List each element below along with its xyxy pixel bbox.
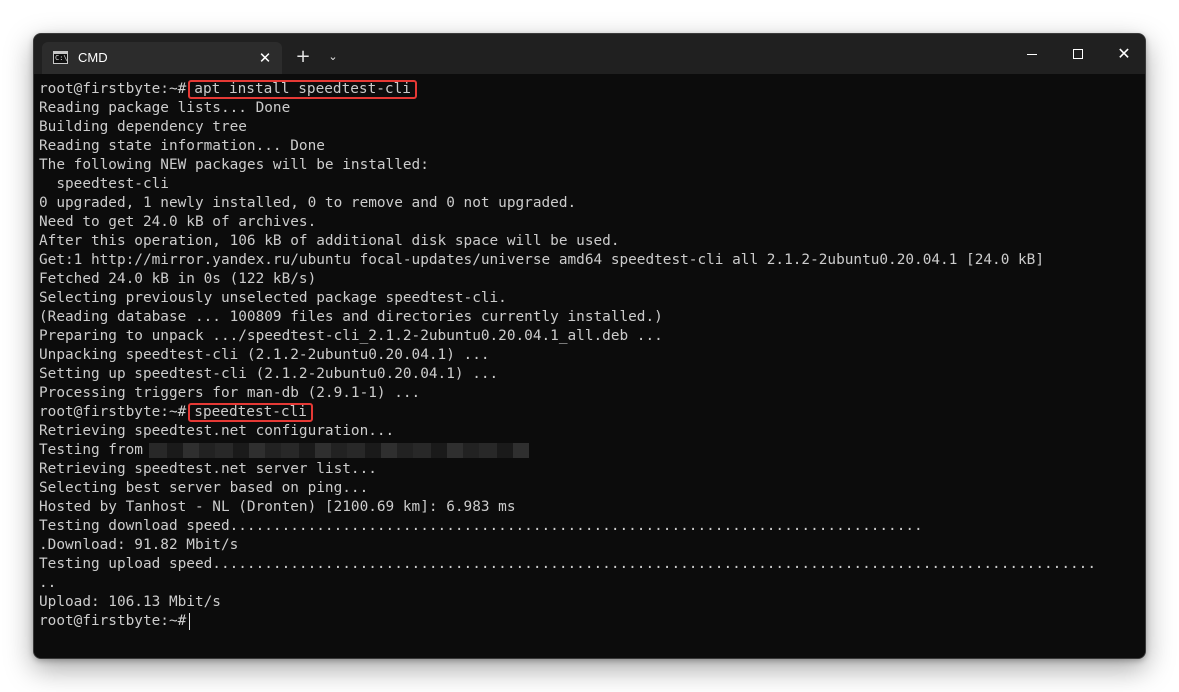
terminal-line: Processing triggers for man-db (2.9.1-1)…: [39, 385, 421, 401]
terminal-line: Get:1 http://mirror.yandex.ru/ubuntu foc…: [39, 252, 1045, 268]
terminal-line: Setting up speedtest-cli (2.1.2-2ubuntu0…: [39, 366, 499, 382]
terminal-line: root@firstbyte:~# speedtest-cli: [39, 403, 1145, 422]
terminal-output[interactable]: root@firstbyte:~# apt install speedtest-c…: [34, 74, 1145, 658]
redacted-ip-block: [148, 442, 529, 458]
terminal-line: Testing upload speed....................…: [39, 556, 1096, 572]
tab-title: CMD: [78, 50, 108, 65]
terminal-line: Upload: 106.13 Mbit/s: [39, 594, 221, 610]
terminal-line: Retrieving speedtest.net configuration..…: [39, 423, 395, 439]
cmd-icon: C:\: [53, 51, 68, 64]
highlighted-command: speedtest-cli: [188, 403, 313, 422]
terminal-line: Hosted by Tanhost - NL (Dronten) [2100.6…: [39, 499, 516, 515]
title-bar: C:\ CMD ✕ + ⌄ ✕: [34, 34, 1145, 74]
terminal-line: (Reading database ... 100809 files and d…: [39, 309, 663, 325]
terminal-line: Reading package lists... Done: [39, 100, 291, 116]
new-tab-button[interactable]: +: [292, 46, 314, 68]
terminal-line: Fetched 24.0 kB in 0s (122 kB/s): [39, 271, 317, 287]
terminal-line: Need to get 24.0 kB of archives.: [39, 214, 317, 230]
terminal-line: 0 upgraded, 1 newly installed, 0 to remo…: [39, 195, 577, 211]
maximize-button[interactable]: [1055, 34, 1101, 74]
highlighted-command: apt install speedtest-cli: [188, 80, 417, 99]
terminal-line: Building dependency tree: [39, 119, 247, 135]
terminal-line: After this operation, 106 kB of addition…: [39, 233, 620, 249]
terminal-line: Testing from: [39, 441, 1145, 460]
maximize-icon: [1073, 49, 1083, 59]
close-icon: ✕: [1117, 44, 1131, 63]
terminal-line: speedtest-cli: [39, 176, 169, 192]
minimize-icon: [1027, 53, 1037, 55]
terminal-line: Retrieving speedtest.net server list...: [39, 461, 377, 477]
prompt: root@firstbyte:~#: [39, 81, 187, 97]
terminal-line: Reading state information... Done: [39, 138, 325, 154]
terminal-line: The following NEW packages will be insta…: [39, 157, 429, 173]
terminal-line: Preparing to unpack .../speedtest-cli_2.…: [39, 328, 663, 344]
terminal-line: root@firstbyte:~# apt install speedtest-c…: [39, 80, 1145, 99]
terminal-window: C:\ CMD ✕ + ⌄ ✕ root@firstbyte:~# apt ins…: [33, 33, 1146, 659]
minimize-button[interactable]: [1009, 34, 1055, 74]
tab-dropdown-icon[interactable]: ⌄: [322, 46, 344, 68]
terminal-line: Selecting previously unselected package …: [39, 290, 507, 306]
terminal-line: Unpacking speedtest-cli (2.1.2-2ubuntu0.…: [39, 347, 490, 363]
prompt: root@firstbyte:~#: [39, 613, 187, 629]
prompt: root@firstbyte:~#: [39, 404, 187, 420]
tab-cmd[interactable]: C:\ CMD ✕: [42, 42, 282, 74]
terminal-line: Selecting best server based on ping...: [39, 480, 369, 496]
terminal-line: Testing download speed..................…: [39, 518, 923, 534]
terminal-line: root@firstbyte:~#: [39, 612, 1145, 631]
terminal-line: ..: [39, 575, 57, 591]
testing-from-label: Testing from: [39, 442, 143, 458]
tab-close-icon[interactable]: ✕: [256, 49, 274, 67]
cmd-icon-text: C:\: [55, 54, 68, 62]
terminal-line: .Download: 91.82 Mbit/s: [39, 537, 239, 553]
close-window-button[interactable]: ✕: [1101, 34, 1145, 74]
text-cursor: [189, 612, 191, 630]
